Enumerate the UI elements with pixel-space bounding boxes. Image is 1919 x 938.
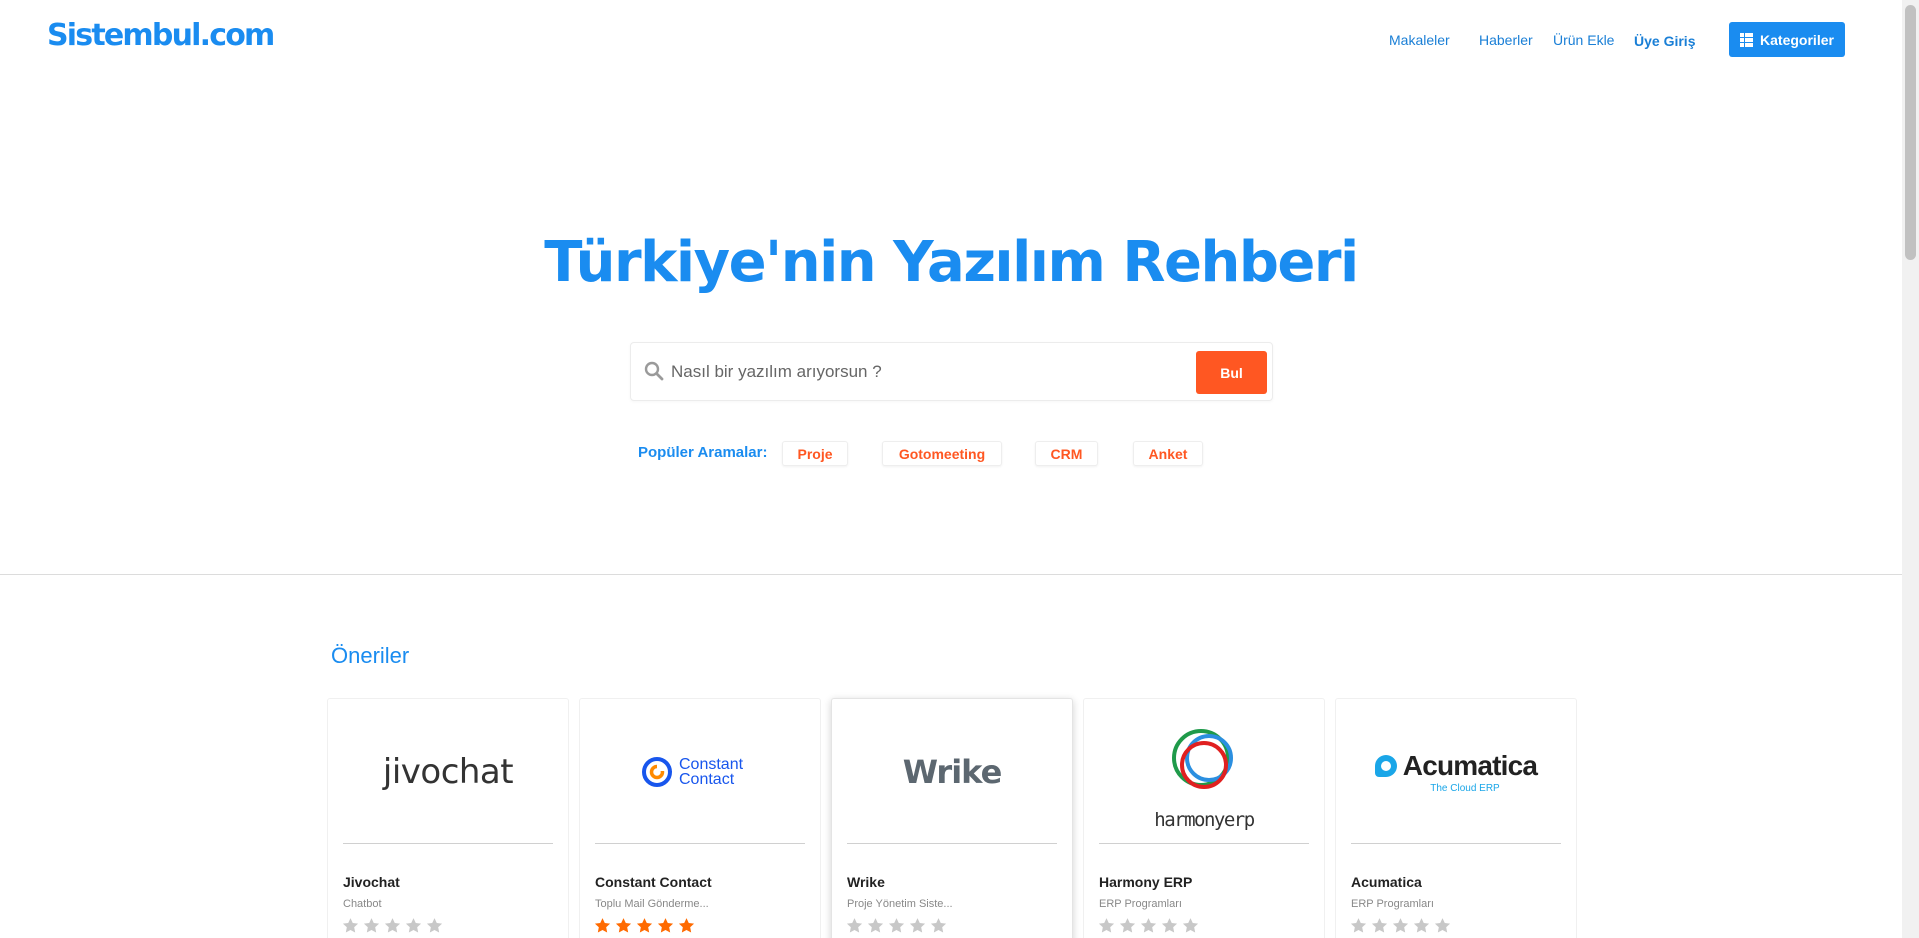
star-icon [846,918,863,933]
constant-contact-icon [642,756,673,787]
star-icon [1392,918,1409,933]
star-icon [405,918,422,933]
card-name: Jivochat [343,874,400,890]
rating-stars [846,917,947,934]
popular-tag-crm[interactable]: CRM [1035,441,1098,466]
star-icon [867,918,884,933]
constant-contact-logo-text: Constant Contact [679,756,744,788]
card-name: Acumatica [1351,874,1422,890]
grid-list-icon [1740,32,1754,47]
card-category: Toplu Mail Gönderme... [595,898,709,910]
jivochat-logo: jivochat [328,717,568,827]
section-divider [0,574,1902,575]
product-card-harmony-erp[interactable]: harmonyerp Harmony ERP ERP Programları [1083,698,1325,938]
star-icon [1350,918,1367,933]
rating-stars [1350,917,1451,934]
nav-uye-giris[interactable]: Üye Giriş [1634,33,1695,49]
site-logo[interactable]: Sistembul.com [47,18,275,53]
star-icon [1119,918,1136,933]
star-icon [1140,918,1157,933]
star-icon [615,918,632,933]
rating-stars [594,917,695,934]
search-icon [644,361,664,381]
search-button[interactable]: Bul [1196,351,1267,394]
card-category: ERP Programları [1099,898,1182,910]
star-icon [930,918,947,933]
acumatica-icon [1374,755,1397,777]
acumatica-logo-text: Acumatica [1402,750,1538,781]
acumatica-logo-subtext: The Cloud ERP [1430,783,1500,794]
star-icon [636,918,653,933]
star-icon [363,918,380,933]
star-icon [594,918,611,933]
search-box: Bul [630,342,1273,401]
categories-button-label: Kategoriler [1760,31,1834,48]
star-icon [426,918,443,933]
star-icon [1371,918,1388,933]
star-icon [678,918,695,933]
harmony-erp-logo-text: harmonyerp [1154,809,1255,831]
site-header: Sistembul.com Makaleler Haberler Ürün Ek… [0,0,1902,80]
star-icon [909,918,926,933]
card-name: Constant Contact [595,874,712,890]
card-separator [1099,843,1309,844]
product-card-jivochat[interactable]: jivochat Jivochat Chatbot [327,698,569,938]
rating-stars [1098,917,1199,934]
nav-urun-ekle[interactable]: Ürün Ekle [1553,32,1614,48]
card-name: Wrike [847,874,885,890]
card-separator [343,843,553,844]
page-scrollbar-thumb[interactable] [1905,5,1916,260]
jivochat-logo-text: jivochat [382,752,514,792]
popular-tag-proje[interactable]: Proje [782,441,848,466]
rating-stars [342,917,443,934]
star-icon [384,918,401,933]
star-icon [657,918,674,933]
card-separator [847,843,1057,844]
wrike-logo: Wrike [832,717,1072,827]
wrike-logo-text: Wrike [902,753,1003,791]
star-icon [1434,918,1451,933]
popular-tag-anket[interactable]: Anket [1133,441,1203,466]
categories-button[interactable]: Kategoriler [1729,22,1845,57]
constant-contact-logo: Constant Contact [580,717,820,827]
card-separator [595,843,805,844]
product-card-constant-contact[interactable]: Constant Contact Constant Contact Toplu … [579,698,821,938]
acumatica-logo: Acumatica The Cloud ERP [1336,717,1576,827]
harmony-erp-logo: harmonyerp [1084,723,1324,833]
star-icon [342,918,359,933]
star-icon [1161,918,1178,933]
card-category: Chatbot [343,898,382,910]
popular-tag-gotomeeting[interactable]: Gotomeeting [882,441,1002,466]
nav-haberler[interactable]: Haberler [1479,32,1533,48]
card-name: Harmony ERP [1099,874,1193,890]
card-category: ERP Programları [1351,898,1434,910]
card-separator [1351,843,1561,844]
star-icon [1413,918,1430,933]
recommendations-title: Öneriler [331,643,410,668]
product-card-acumatica[interactable]: Acumatica The Cloud ERP Acumatica ERP Pr… [1335,698,1577,938]
star-icon [1182,918,1199,933]
hero-title: Türkiye'nin Yazılım Rehberi [544,230,1359,295]
nav-makaleler[interactable]: Makaleler [1389,32,1450,48]
star-icon [888,918,905,933]
card-category: Proje Yönetim Siste... [847,898,953,910]
popular-searches-label: Popüler Aramalar: [638,444,768,461]
harmony-rings-icon [1172,729,1233,789]
star-icon [1098,918,1115,933]
search-input[interactable] [671,351,1221,393]
product-card-wrike[interactable]: Wrike Wrike Proje Yönetim Siste... [831,698,1073,938]
